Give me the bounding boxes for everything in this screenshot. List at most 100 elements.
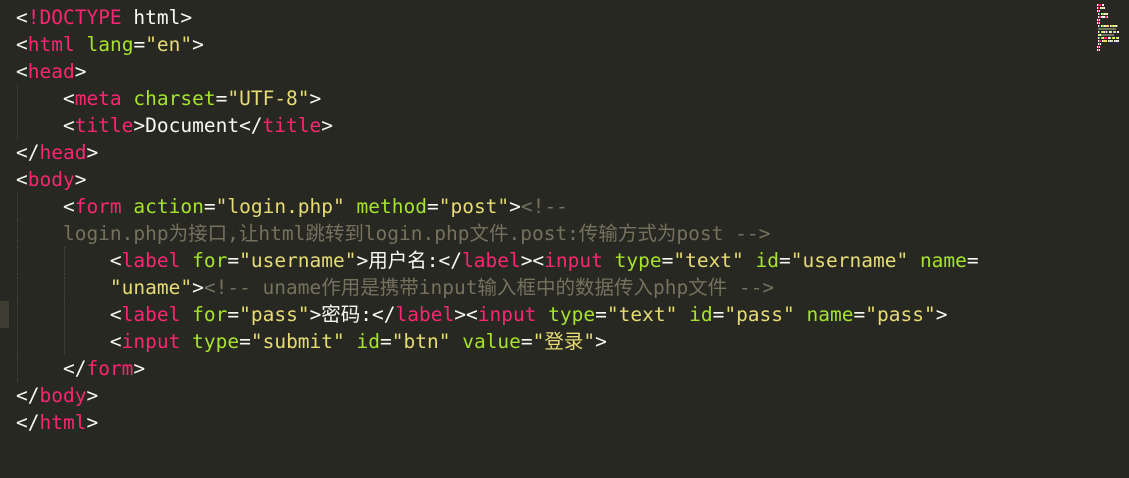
minimap-line xyxy=(1097,34,1119,36)
code-line[interactable]: </head> xyxy=(16,139,1089,166)
token-string-value: "pass" xyxy=(865,303,936,326)
indent-guide xyxy=(17,112,18,139)
minimap-segment xyxy=(1099,10,1100,12)
token-string-value: "登录" xyxy=(532,330,596,353)
token-attribute-name: charset xyxy=(133,87,216,110)
code-line[interactable]: login.php为接口,让html跳转到login.php文件.post:传输… xyxy=(16,220,1089,247)
code-line[interactable]: <label for="pass">密码:</label><input type… xyxy=(16,301,1089,328)
code-area[interactable]: <!DOCTYPE html> <html lang="en"> <head> <m… xyxy=(16,4,1089,436)
token-attribute-name: name xyxy=(919,249,967,272)
indent-guide xyxy=(17,355,18,382)
token-tag-name: html xyxy=(27,33,75,56)
minimap-line xyxy=(1097,25,1119,27)
minimap-segment xyxy=(1118,40,1120,42)
minimap[interactable] xyxy=(1097,4,1120,51)
minimap-segment xyxy=(1099,46,1100,48)
code-line[interactable]: <input type="submit" id="btn" value="登录"… xyxy=(16,328,1089,355)
indent-guide xyxy=(63,301,65,328)
token-tag-name: input xyxy=(477,303,537,326)
token-punctuation: >密码:</ xyxy=(309,303,396,326)
minimap-segment xyxy=(1098,7,1099,9)
token-punctuation: = xyxy=(853,303,866,326)
token-string-value: "UTF-8" xyxy=(227,87,310,110)
token-punctuation: < xyxy=(16,195,75,218)
minimap-segment xyxy=(1114,31,1117,33)
minimap-segment xyxy=(1107,13,1108,15)
token-attribute-name: id xyxy=(689,303,713,326)
token-punctuation: = xyxy=(712,303,725,326)
token-attribute-name: id xyxy=(356,330,380,353)
code-line[interactable]: <title>Document</title> xyxy=(16,112,1089,139)
minimap-segment xyxy=(1117,25,1118,27)
token-tag-name: body xyxy=(39,384,87,407)
code-editor[interactable]: <!DOCTYPE html> <html lang="en"> <head> <m… xyxy=(0,0,1129,478)
minimap-segment xyxy=(1113,37,1115,39)
token-attribute-name: type xyxy=(192,330,240,353)
code-line[interactable]: <html lang="en"> xyxy=(16,31,1089,58)
code-line[interactable]: <!DOCTYPE html> xyxy=(16,4,1089,31)
token-punctuation xyxy=(75,33,87,56)
token-punctuation: < xyxy=(16,114,75,137)
token-tag-name: label xyxy=(395,303,455,326)
token-string-value: "en" xyxy=(145,33,193,56)
token-punctuation: </ xyxy=(16,384,40,407)
code-line[interactable]: <head> xyxy=(16,58,1089,85)
token-string-value: "text" xyxy=(673,249,744,272)
token-tag-name: input xyxy=(121,330,181,353)
token-string-value: "pass" xyxy=(239,303,310,326)
token-punctuation: = xyxy=(133,33,146,56)
token-punctuation: </ xyxy=(16,357,87,380)
code-line[interactable]: <meta charset="UTF-8"> xyxy=(16,85,1089,112)
code-line[interactable]: <body> xyxy=(16,166,1089,193)
token-string-value: "post" xyxy=(438,195,510,218)
indent-guide xyxy=(63,328,65,355)
token-tag-name: input xyxy=(544,249,603,272)
token-tag-name: meta xyxy=(74,87,122,110)
token-punctuation xyxy=(603,249,615,272)
minimap-segment xyxy=(1106,31,1109,33)
indent-guide xyxy=(17,301,18,328)
minimap-segment xyxy=(1107,16,1108,18)
minimap-segment xyxy=(1110,40,1113,42)
minimap-line xyxy=(1097,46,1119,48)
minimap-segment xyxy=(1105,25,1109,27)
token-punctuation: = xyxy=(779,249,791,272)
token-attribute-name: action xyxy=(133,195,204,218)
minimap-segment xyxy=(1109,37,1111,39)
code-line[interactable]: <label for="username">用户名:</label><input… xyxy=(16,247,1089,274)
token-punctuation: > xyxy=(321,114,333,137)
indent-guide xyxy=(17,193,18,220)
token-punctuation xyxy=(122,195,134,218)
token-attribute-name: for xyxy=(192,303,228,326)
token-punctuation xyxy=(122,87,134,110)
token-tag-name: label xyxy=(121,303,181,326)
token-punctuation: >Document</ xyxy=(133,114,263,137)
minimap-line xyxy=(1097,40,1120,42)
token-punctuation: > xyxy=(192,276,204,299)
token-comment: <!-- uname作用是携带input输入框中的数据传入php文件 --> xyxy=(203,276,775,299)
code-line[interactable]: </html> xyxy=(16,409,1089,436)
minimap-line xyxy=(1097,22,1119,24)
code-line[interactable]: "uname"><!-- uname作用是携带input输入框中的数据传入php… xyxy=(16,274,1089,301)
token-punctuation: > xyxy=(86,384,99,407)
token-punctuation: > xyxy=(86,411,99,434)
indent-guide xyxy=(17,328,18,355)
token-punctuation: = xyxy=(520,330,533,353)
minimap-line xyxy=(1097,28,1119,30)
token-attribute-name: id xyxy=(755,249,780,272)
code-line[interactable]: </body> xyxy=(16,382,1089,409)
token-punctuation: > xyxy=(74,168,87,191)
code-line[interactable]: </form> xyxy=(16,355,1089,382)
minimap-line xyxy=(1097,10,1119,12)
token-attribute-name: method xyxy=(356,195,427,218)
token-punctuation: > xyxy=(935,303,948,326)
minimap-line xyxy=(1097,49,1119,51)
code-line[interactable]: <form action="login.php" method="post"><… xyxy=(16,193,1089,220)
token-punctuation: > xyxy=(309,87,322,110)
minimap-line xyxy=(1097,13,1119,15)
token-punctuation xyxy=(744,249,756,272)
token-string-value: "submit" xyxy=(250,330,345,353)
token-tag-name: body xyxy=(27,168,75,191)
token-tag-name: title xyxy=(262,114,322,137)
token-tag-name: form xyxy=(74,195,122,218)
